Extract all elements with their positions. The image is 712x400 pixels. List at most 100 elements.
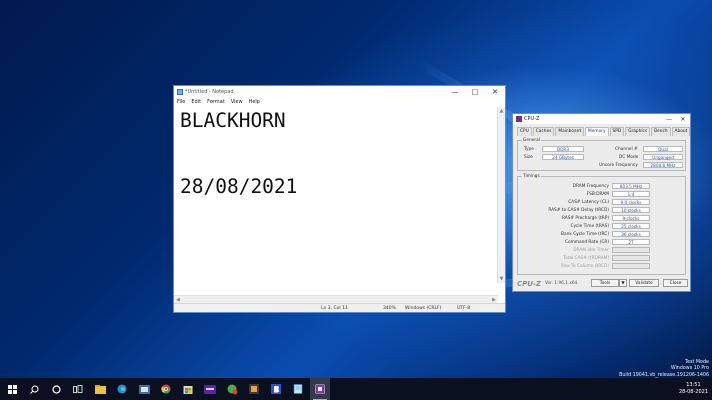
- menu-view[interactable]: View: [231, 98, 243, 107]
- chrome-icon[interactable]: [156, 378, 176, 400]
- scroll-up-icon[interactable]: ▲: [498, 107, 505, 115]
- minimize-button[interactable]: —: [662, 114, 676, 124]
- group-label: General: [522, 138, 541, 143]
- timing-label: RAS# Precharge (tRP): [561, 216, 609, 221]
- window-title: *Untitled - Notepad: [185, 89, 234, 95]
- timing-value: 9.0 clocks: [612, 199, 650, 205]
- window-title: CPU-Z: [524, 116, 540, 122]
- clock-time: 13:51: [686, 382, 701, 388]
- app-icon[interactable]: [200, 378, 220, 400]
- uncore-value: 2808.8 MHz: [643, 162, 683, 168]
- taskbar: 13:51 28-08-2021: [0, 378, 712, 400]
- app-icon[interactable]: [266, 378, 286, 400]
- tools-dropdown-icon[interactable]: ▼: [619, 279, 627, 287]
- text-line: BLACKHORN: [180, 109, 286, 132]
- timing-label: Total CAS# (tRDRAM): [563, 256, 609, 261]
- notepad-titlebar[interactable]: *Untitled - Notepad — □ ✕: [174, 86, 505, 98]
- tab-about[interactable]: About: [671, 127, 691, 136]
- type-value: DDR3: [542, 146, 584, 152]
- task-view-icon[interactable]: [68, 378, 88, 400]
- cpuz-logo: CPU-Z: [517, 279, 541, 288]
- windows-start-icon[interactable]: [2, 378, 22, 400]
- text-line: [180, 132, 492, 154]
- timings-group: Timings DRAM Frequency 803.5 MHz FSB:DRAM 1…: [517, 174, 686, 275]
- channel-value: Dual: [643, 146, 683, 152]
- channel-label: Channel #: [615, 147, 638, 152]
- edge-icon[interactable]: [112, 378, 132, 400]
- tab-memory[interactable]: Memory: [585, 127, 609, 136]
- close-button[interactable]: ✕: [485, 86, 505, 98]
- tab-mainboard[interactable]: Mainboard: [555, 127, 585, 136]
- timing-value: 10 clocks: [612, 207, 650, 213]
- search-icon[interactable]: [24, 378, 44, 400]
- timing-label: Command Rate (CR): [564, 240, 609, 245]
- version-label: Ver. 1.96.1.x64: [544, 281, 578, 286]
- vertical-scrollbar[interactable]: ▲ ▼: [497, 107, 505, 283]
- menu-bar: File Edit Format View Help: [174, 98, 505, 107]
- validate-button[interactable]: Validate: [629, 279, 659, 287]
- cpuz-icon: [516, 116, 522, 122]
- close-app-button[interactable]: Close: [663, 279, 688, 287]
- cursor-position: Ln 3, Col 11: [321, 306, 348, 311]
- timing-label: Bank Cycle Time (tRC): [561, 232, 609, 237]
- timing-label: RAS# to CAS# Delay (tRCD): [548, 208, 609, 213]
- tools-label: Tools: [599, 281, 611, 286]
- timing-value: 803.5 MHz: [612, 183, 650, 189]
- status-bar: Ln 3, Col 11 340% Windows (CRLF) UTF-8: [174, 303, 505, 312]
- store-icon[interactable]: [178, 378, 198, 400]
- type-label: Type: [524, 147, 534, 152]
- timing-label: CAS# Latency (CL): [568, 200, 609, 205]
- close-button[interactable]: ✕: [676, 114, 690, 124]
- maximize-button[interactable]: □: [465, 86, 485, 98]
- cpuz-window[interactable]: CPU-Z — ✕ CPU Caches Mainboard Memory SP…: [512, 113, 691, 292]
- app-icon[interactable]: [222, 378, 242, 400]
- cpuz-icon[interactable]: [310, 378, 330, 400]
- menu-edit[interactable]: Edit: [191, 98, 201, 107]
- menu-file[interactable]: File: [177, 98, 185, 107]
- minimize-button[interactable]: —: [445, 86, 465, 98]
- text-editor-area[interactable]: BLACKHORN 28/08/2021: [174, 107, 498, 282]
- scroll-right-icon[interactable]: ▶: [492, 297, 496, 303]
- timing-label: DRAM Idle Timer: [573, 248, 609, 253]
- tab-cpu[interactable]: CPU: [517, 127, 532, 136]
- notepad-icon[interactable]: [288, 378, 308, 400]
- general-group: General Type DDR3 Size 24 GBytes Channel…: [517, 138, 686, 171]
- menu-format[interactable]: Format: [207, 98, 225, 107]
- app-icon[interactable]: [134, 378, 154, 400]
- dc-mode-label: DC Mode: [619, 155, 639, 160]
- cpuz-titlebar[interactable]: CPU-Z — ✕: [513, 114, 690, 124]
- tab-graphics[interactable]: Graphics: [625, 127, 651, 136]
- timing-label: DRAM Frequency: [572, 184, 609, 189]
- uncore-label: Uncore Frequency: [599, 163, 638, 168]
- timing-value: 36 clocks: [612, 231, 650, 237]
- line-ending: Windows (CRLF): [405, 306, 442, 311]
- timing-value: [612, 263, 650, 269]
- timing-label: Row To Column (tRCD): [560, 264, 609, 269]
- notepad-icon: [177, 89, 183, 95]
- clock-date: 28-08-2021: [678, 389, 708, 395]
- tools-button[interactable]: Tools: [591, 279, 619, 287]
- text-line: [180, 154, 492, 176]
- encoding: UTF-8: [457, 306, 471, 311]
- dc-mode-value: Unganged: [643, 154, 683, 160]
- timing-value: [612, 247, 650, 253]
- size-label: Size: [524, 155, 533, 160]
- taskbar-clock[interactable]: 13:51 28-08-2021: [679, 382, 708, 396]
- horizontal-scrollbar[interactable]: ◀ ▶: [174, 295, 498, 303]
- tab-bar: CPU Caches Mainboard Memory SPD Graphics…: [517, 127, 691, 136]
- file-explorer-icon[interactable]: [90, 378, 110, 400]
- test-mode-watermark: Test Mode Windows 10 Pro Build 19041.vb_…: [619, 360, 709, 379]
- timing-label: FSB:DRAM: [586, 192, 609, 197]
- menu-help[interactable]: Help: [249, 98, 260, 107]
- cortana-icon[interactable]: [46, 378, 66, 400]
- timing-label: Cycle Time (tRAS): [570, 224, 609, 229]
- scroll-left-icon[interactable]: ◀: [176, 297, 180, 303]
- app-icon[interactable]: [244, 378, 264, 400]
- text-line: 28/08/2021: [180, 175, 298, 198]
- tab-spd[interactable]: SPD: [609, 127, 625, 136]
- tab-caches[interactable]: Caches: [532, 127, 555, 136]
- timing-value: 2T: [612, 239, 650, 245]
- notepad-window[interactable]: *Untitled - Notepad — □ ✕ File Edit Form…: [173, 85, 506, 313]
- scroll-down-icon[interactable]: ▼: [498, 275, 505, 283]
- tab-bench[interactable]: Bench: [651, 127, 671, 136]
